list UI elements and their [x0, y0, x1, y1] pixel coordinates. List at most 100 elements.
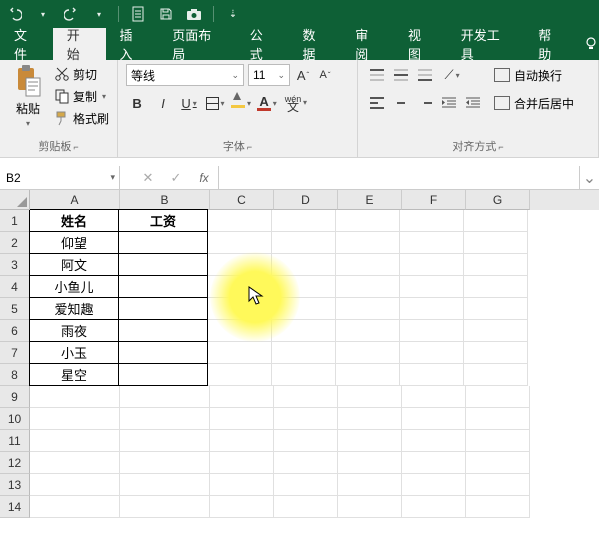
- cell-B7[interactable]: [118, 341, 208, 364]
- increase-font-icon[interactable]: Aˆ: [294, 64, 312, 86]
- cell-C9[interactable]: [210, 386, 274, 408]
- cell-G14[interactable]: [466, 496, 530, 518]
- cell-G1[interactable]: [464, 210, 528, 232]
- cell-C1[interactable]: [208, 210, 272, 232]
- cell-E2[interactable]: [336, 232, 400, 254]
- cell-E5[interactable]: [336, 298, 400, 320]
- cell-F3[interactable]: [400, 254, 464, 276]
- row-header-10[interactable]: 10: [0, 408, 30, 430]
- cell-E14[interactable]: [338, 496, 402, 518]
- cell-F6[interactable]: [400, 320, 464, 342]
- cell-E12[interactable]: [338, 452, 402, 474]
- cell-B9[interactable]: [120, 386, 210, 408]
- row-header-1[interactable]: 1: [0, 210, 30, 232]
- redo-icon[interactable]: [62, 5, 80, 23]
- cell-B13[interactable]: [120, 474, 210, 496]
- align-right-icon[interactable]: [414, 92, 436, 114]
- bold-button[interactable]: B: [126, 92, 148, 114]
- cell-B3[interactable]: [118, 253, 208, 276]
- menu-developer[interactable]: 开发工具: [447, 28, 524, 60]
- cancel-formula-icon[interactable]: ✕: [134, 170, 162, 186]
- row-header-6[interactable]: 6: [0, 320, 30, 342]
- cell-D1[interactable]: [272, 210, 336, 232]
- cell-D11[interactable]: [274, 430, 338, 452]
- cell-G6[interactable]: [464, 320, 528, 342]
- cell-A11[interactable]: [30, 430, 120, 452]
- screenshot-icon[interactable]: [185, 5, 203, 23]
- font-size-combo[interactable]: 11⌄: [248, 64, 290, 86]
- cell-E6[interactable]: [336, 320, 400, 342]
- cell-E9[interactable]: [338, 386, 402, 408]
- cell-E1[interactable]: [336, 210, 400, 232]
- underline-button[interactable]: U▾: [178, 92, 200, 114]
- menu-page-layout[interactable]: 页面布局: [158, 28, 235, 60]
- cell-F7[interactable]: [400, 342, 464, 364]
- cell-D13[interactable]: [274, 474, 338, 496]
- menu-help[interactable]: 帮助: [524, 28, 577, 60]
- cell-C12[interactable]: [210, 452, 274, 474]
- cell-B10[interactable]: [120, 408, 210, 430]
- cell-G4[interactable]: [464, 276, 528, 298]
- cell-A14[interactable]: [30, 496, 120, 518]
- cell-C11[interactable]: [210, 430, 274, 452]
- row-header-2[interactable]: 2: [0, 232, 30, 254]
- cell-A1[interactable]: 姓名: [29, 209, 119, 232]
- cell-B8[interactable]: [118, 363, 208, 386]
- decrease-font-icon[interactable]: Aˇ: [316, 64, 334, 86]
- cell-B6[interactable]: [118, 319, 208, 342]
- undo-dropdown-icon[interactable]: ▾: [34, 5, 52, 23]
- cell-A8[interactable]: 星空: [29, 363, 119, 386]
- cell-B4[interactable]: [118, 275, 208, 298]
- align-center-icon[interactable]: [390, 92, 412, 114]
- merge-center-button[interactable]: 合并后居中: [494, 92, 574, 114]
- fill-color-button[interactable]: ▾: [230, 92, 252, 114]
- menu-data[interactable]: 数据: [288, 28, 341, 60]
- col-header-B[interactable]: B: [120, 190, 210, 210]
- col-header-D[interactable]: D: [274, 190, 338, 210]
- cut-button[interactable]: 剪切: [54, 64, 109, 84]
- cell-C10[interactable]: [210, 408, 274, 430]
- cell-A10[interactable]: [30, 408, 120, 430]
- cell-C14[interactable]: [210, 496, 274, 518]
- cell-E10[interactable]: [338, 408, 402, 430]
- cell-C4[interactable]: [208, 276, 272, 298]
- copy-button[interactable]: 复制▾: [54, 86, 109, 106]
- paste-button[interactable]: 粘贴 ▾: [8, 64, 48, 128]
- cell-D2[interactable]: [272, 232, 336, 254]
- cell-C7[interactable]: [208, 342, 272, 364]
- cell-F13[interactable]: [402, 474, 466, 496]
- align-middle-icon[interactable]: [390, 64, 412, 86]
- decrease-indent-icon[interactable]: [438, 92, 460, 114]
- cell-C2[interactable]: [208, 232, 272, 254]
- cell-D10[interactable]: [274, 408, 338, 430]
- cell-F5[interactable]: [400, 298, 464, 320]
- cell-E13[interactable]: [338, 474, 402, 496]
- cell-D6[interactable]: [272, 320, 336, 342]
- row-header-3[interactable]: 3: [0, 254, 30, 276]
- cell-E11[interactable]: [338, 430, 402, 452]
- cell-F1[interactable]: [400, 210, 464, 232]
- wrap-text-button[interactable]: 自动换行: [494, 64, 574, 86]
- row-header-11[interactable]: 11: [0, 430, 30, 452]
- phonetic-button[interactable]: wén文▾: [282, 92, 304, 114]
- cell-G5[interactable]: [464, 298, 528, 320]
- cell-C3[interactable]: [208, 254, 272, 276]
- cell-F10[interactable]: [402, 408, 466, 430]
- redo-dropdown-icon[interactable]: ▾: [90, 5, 108, 23]
- row-header-7[interactable]: 7: [0, 342, 30, 364]
- cell-G2[interactable]: [464, 232, 528, 254]
- cell-B1[interactable]: 工资: [118, 209, 208, 232]
- cell-F12[interactable]: [402, 452, 466, 474]
- row-header-14[interactable]: 14: [0, 496, 30, 518]
- cell-F2[interactable]: [400, 232, 464, 254]
- format-painter-button[interactable]: 格式刷: [54, 108, 109, 128]
- cell-D5[interactable]: [272, 298, 336, 320]
- orientation-icon[interactable]: ⟋▾: [438, 64, 466, 86]
- new-doc-icon[interactable]: [129, 5, 147, 23]
- cell-C5[interactable]: [208, 298, 272, 320]
- cell-E3[interactable]: [336, 254, 400, 276]
- col-header-A[interactable]: A: [30, 190, 120, 210]
- cell-E7[interactable]: [336, 342, 400, 364]
- cell-F14[interactable]: [402, 496, 466, 518]
- cell-E8[interactable]: [336, 364, 400, 386]
